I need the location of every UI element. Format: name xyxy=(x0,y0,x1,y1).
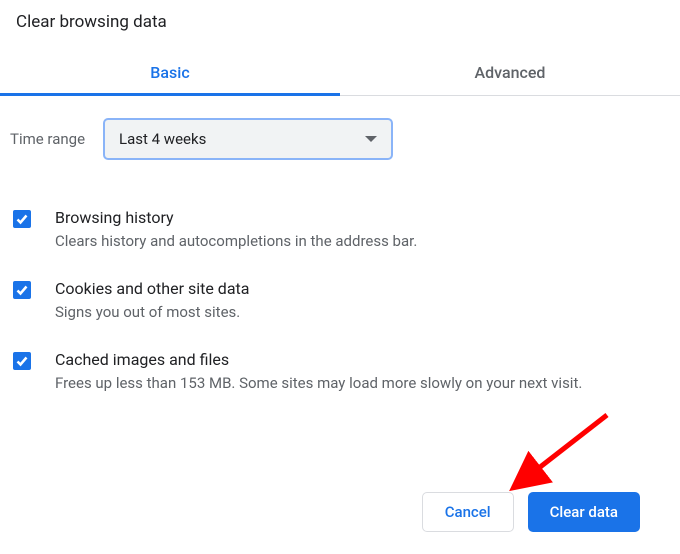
time-range-select[interactable]: Last 4 weeks xyxy=(103,118,393,160)
option-browsing-history: Browsing history Clears history and auto… xyxy=(13,208,670,253)
option-cookies: Cookies and other site data Signs you ou… xyxy=(13,279,670,324)
button-row: Cancel Clear data xyxy=(422,492,640,532)
checkmark-icon xyxy=(16,355,28,367)
option-desc: Signs you out of most sites. xyxy=(55,302,670,324)
option-desc: Frees up less than 153 MB. Some sites ma… xyxy=(55,373,670,395)
option-texts: Cached images and files Frees up less th… xyxy=(55,350,670,395)
time-range-select-wrap: Last 4 weeks xyxy=(103,118,393,160)
dialog-title: Clear browsing data xyxy=(0,0,680,40)
annotation-arrow-icon xyxy=(495,409,615,499)
checkmark-icon xyxy=(16,213,28,225)
tabs-container: Basic Advanced xyxy=(0,50,680,96)
option-texts: Browsing history Clears history and auto… xyxy=(55,208,670,253)
checkbox-cached[interactable] xyxy=(13,352,31,370)
chevron-down-icon xyxy=(365,136,377,142)
option-title: Cookies and other site data xyxy=(55,279,670,298)
options-list: Browsing history Clears history and auto… xyxy=(0,172,680,394)
checkbox-cookies[interactable] xyxy=(13,281,31,299)
checkbox-browsing-history[interactable] xyxy=(13,210,31,228)
option-title: Browsing history xyxy=(55,208,670,227)
option-texts: Cookies and other site data Signs you ou… xyxy=(55,279,670,324)
clear-data-button[interactable]: Clear data xyxy=(528,492,640,532)
cancel-button[interactable]: Cancel xyxy=(422,492,514,532)
option-title: Cached images and files xyxy=(55,350,670,369)
option-cached: Cached images and files Frees up less th… xyxy=(13,350,670,395)
time-range-value: Last 4 weeks xyxy=(119,130,206,148)
checkmark-icon xyxy=(16,284,28,296)
time-range-label: Time range xyxy=(10,130,85,148)
tab-basic[interactable]: Basic xyxy=(0,50,340,95)
time-range-row: Time range Last 4 weeks xyxy=(0,96,680,172)
tab-advanced[interactable]: Advanced xyxy=(340,50,680,95)
option-desc: Clears history and autocompletions in th… xyxy=(55,231,670,253)
